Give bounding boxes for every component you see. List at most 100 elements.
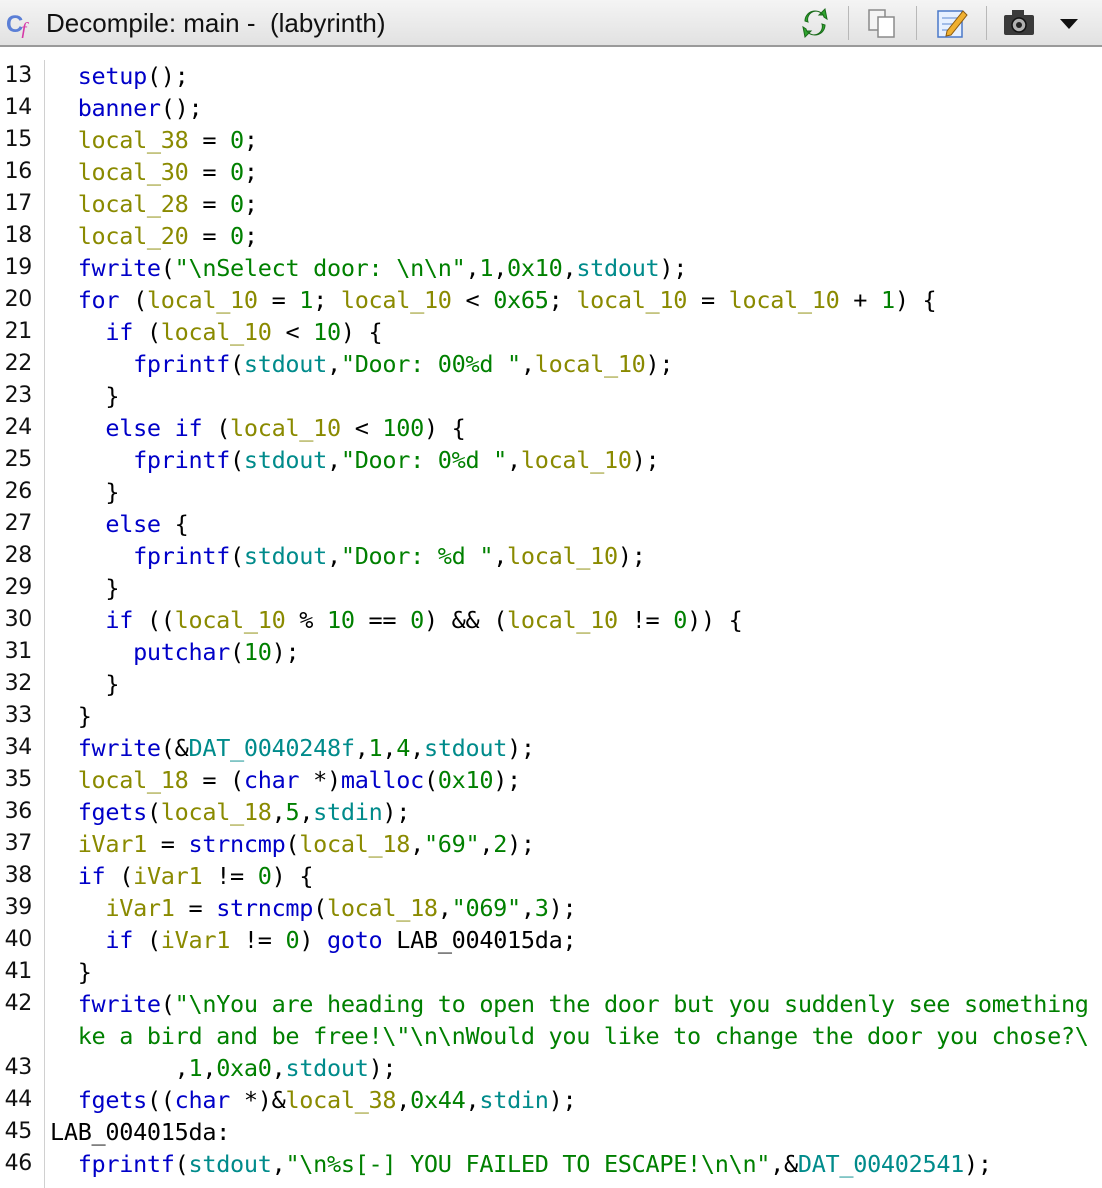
code-token[interactable]: local_10 (341, 286, 452, 314)
code-token[interactable]: local_10 (230, 414, 341, 442)
code-token[interactable]: strncmp (188, 830, 285, 858)
code-token[interactable]: , (272, 1150, 286, 1178)
code-token[interactable]: if (50, 862, 106, 890)
code-token[interactable]: fwrite (50, 734, 161, 762)
code-token[interactable]: ( (161, 990, 175, 1018)
code-token[interactable]: ); (493, 766, 521, 794)
code-line[interactable]: 40 if (iVar1 != 0) goto LAB_004015da; (0, 924, 1102, 956)
code-token[interactable]: != (202, 862, 257, 890)
code-text[interactable]: if (iVar1 != 0) goto LAB_004015da; (50, 924, 576, 956)
code-token[interactable]: fprintf (50, 446, 230, 474)
code-token[interactable]: ( (230, 542, 244, 570)
code-token[interactable]: local_20 (50, 222, 189, 250)
code-text[interactable]: } (50, 668, 119, 700)
code-line[interactable]: 30 if ((local_10 % 10 == 0) && (local_10… (0, 604, 1102, 636)
code-token[interactable]: 0 (410, 606, 424, 634)
code-token[interactable]: , (327, 542, 341, 570)
code-token[interactable]: 2 (493, 830, 507, 858)
code-text[interactable]: setup(); (50, 60, 189, 92)
code-token[interactable]: local_10 (161, 318, 272, 346)
code-token[interactable]: ( (133, 318, 161, 346)
code-token[interactable]: local_10 (521, 446, 632, 474)
code-line[interactable]: 17 local_28 = 0; (0, 188, 1102, 220)
code-token[interactable]: ( (147, 798, 161, 826)
code-token[interactable]: != (230, 926, 285, 954)
code-token[interactable]: fprintf (50, 350, 230, 378)
code-token[interactable]: , (382, 734, 396, 762)
code-token[interactable]: (( (133, 606, 175, 634)
code-line[interactable]: 18 local_20 = 0; (0, 220, 1102, 252)
code-token[interactable]: , (272, 798, 286, 826)
code-token[interactable]: banner (50, 94, 161, 122)
code-token[interactable]: ( (230, 638, 244, 666)
code-token[interactable]: 0 (258, 862, 272, 890)
code-text[interactable]: for (local_10 = 1; local_10 < 0x65; loca… (50, 284, 937, 316)
code-token[interactable]: , (438, 894, 452, 922)
code-token[interactable]: ( (119, 286, 147, 314)
code-line[interactable]: 15 local_38 = 0; (0, 124, 1102, 156)
code-token[interactable]: 0x44 (410, 1086, 466, 1114)
code-token[interactable]: , (479, 830, 493, 858)
code-line[interactable]: 26 } (0, 476, 1102, 508)
code-token[interactable]: , (50, 1054, 189, 1082)
code-token[interactable]: , (299, 798, 313, 826)
code-text[interactable]: fgets((char *)&local_38,0x44,stdin); (50, 1084, 577, 1116)
code-text[interactable]: fgets(local_18,5,stdin); (50, 796, 411, 828)
code-token[interactable]: local_10 (535, 350, 646, 378)
code-line[interactable]: 24 else if (local_10 < 100) { (0, 412, 1102, 444)
refresh-button[interactable] (797, 5, 833, 41)
code-token[interactable]: "Door: 00%d " (341, 350, 521, 378)
code-token[interactable]: , (562, 254, 576, 282)
code-token[interactable]: ); (646, 350, 674, 378)
code-token[interactable]: = (188, 158, 230, 186)
code-token[interactable]: local_10 (507, 606, 618, 634)
code-token[interactable]: ( (230, 446, 244, 474)
code-token[interactable]: 1 (369, 734, 383, 762)
code-token[interactable]: strncmp (216, 894, 313, 922)
code-token[interactable]: ); (369, 1054, 397, 1082)
code-line[interactable]: 19 fwrite("\nSelect door: \n\n",1,0x10,s… (0, 252, 1102, 284)
code-token[interactable]: ); (507, 734, 535, 762)
code-token[interactable]: else (50, 510, 161, 538)
code-token[interactable]: , (521, 894, 535, 922)
code-token[interactable]: 0 (285, 926, 299, 954)
code-token[interactable]: fprintf (50, 1150, 175, 1178)
code-text[interactable]: local_30 = 0; (50, 156, 258, 188)
code-token[interactable]: char (175, 1086, 231, 1114)
code-token[interactable]: ; (549, 286, 577, 314)
code-token[interactable]: (& (161, 734, 189, 762)
code-text[interactable]: ke a bird and be free!\"\n\nWould you li… (50, 1020, 1089, 1052)
code-token[interactable]: local_18 (161, 798, 272, 826)
code-text[interactable]: else { (50, 508, 188, 540)
code-token[interactable]: + (839, 286, 881, 314)
code-token[interactable]: (); (161, 94, 203, 122)
code-token[interactable]: "\n%s[-] YOU FAILED TO ESCAPE!\n\n" (285, 1150, 770, 1178)
code-token[interactable]: = (188, 190, 230, 218)
code-token[interactable]: local_18 (299, 830, 410, 858)
code-line[interactable]: 27 else { (0, 508, 1102, 540)
code-token[interactable]: iVar1 (50, 894, 175, 922)
code-text[interactable]: } (50, 380, 119, 412)
code-token[interactable]: , (355, 734, 369, 762)
code-token[interactable]: ( (285, 830, 299, 858)
code-token[interactable]: iVar1 (50, 830, 148, 858)
code-token[interactable]: malloc (341, 766, 424, 794)
code-text[interactable]: iVar1 = strncmp(local_18,"069",3); (50, 892, 576, 924)
code-token[interactable]: } (50, 574, 119, 602)
code-line[interactable]: 20 for (local_10 = 1; local_10 < 0x65; l… (0, 284, 1102, 316)
code-token[interactable]: , (272, 1054, 286, 1082)
code-token[interactable]: "69" (424, 830, 480, 858)
code-token[interactable]: ; (244, 158, 258, 186)
code-text[interactable]: fprintf(stdout,"Door: 00%d ",local_10); (50, 348, 673, 380)
code-token[interactable]: ; (244, 126, 258, 154)
code-token[interactable]: 0 (230, 222, 244, 250)
code-token[interactable]: = (687, 286, 729, 314)
code-token[interactable]: stdout (244, 446, 327, 474)
code-token[interactable]: ) { (424, 414, 466, 442)
code-token[interactable]: , (493, 254, 507, 282)
code-token[interactable]: stdout (285, 1054, 368, 1082)
code-token[interactable]: ); (659, 254, 687, 282)
code-token[interactable]: ); (507, 830, 535, 858)
code-text[interactable]: if (local_10 < 10) { (50, 316, 382, 348)
code-token[interactable]: ) { (895, 286, 937, 314)
